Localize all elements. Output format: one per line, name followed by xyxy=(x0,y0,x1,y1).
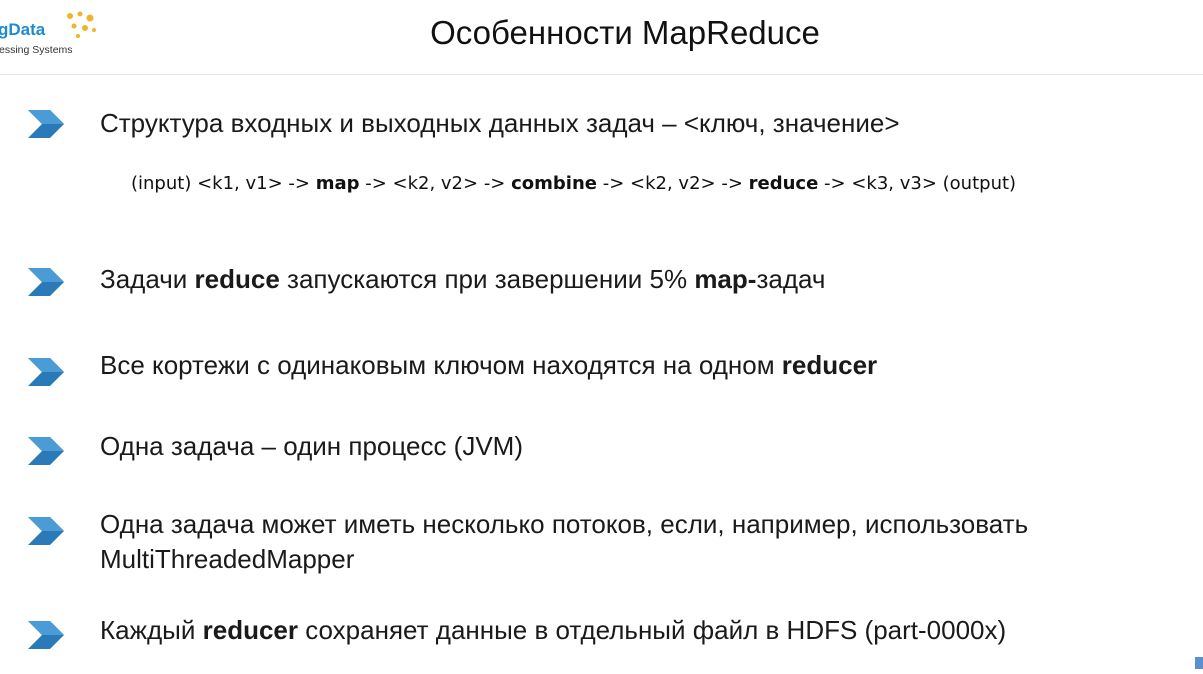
bullet-6-text: Каждый reducer сохраняет данные в отдель… xyxy=(100,615,1007,645)
chevron-right-icon xyxy=(28,437,64,465)
chevron-right-icon xyxy=(28,517,64,545)
slide: gData essing Systems Особенности MapRedu… xyxy=(0,0,1203,674)
page-title: Особенности MapReduce xyxy=(430,14,820,51)
bullet-5-text: Одна задача может иметь несколько потоко… xyxy=(100,509,1029,574)
chevron-right-icon xyxy=(28,110,64,138)
chevron-right-icon xyxy=(28,268,64,296)
pipeline-line: (input) <k1, v1> -> map -> <k2, v2> -> c… xyxy=(131,173,1017,194)
bullet-4-text: Одна задача – один процесс (JVM) xyxy=(100,431,523,461)
bullet-1-text: Структура входных и выходных данных зада… xyxy=(100,108,900,138)
bullet-2-text: Задачи reduce запускаются при завершении… xyxy=(100,264,826,294)
chevron-right-icon xyxy=(28,358,64,386)
chevron-right-icon xyxy=(28,621,64,649)
bullet-3-text: Все кортежи с одинаковым ключом находятс… xyxy=(100,350,878,380)
corner-mark xyxy=(1195,657,1203,669)
header-divider xyxy=(0,74,1203,75)
